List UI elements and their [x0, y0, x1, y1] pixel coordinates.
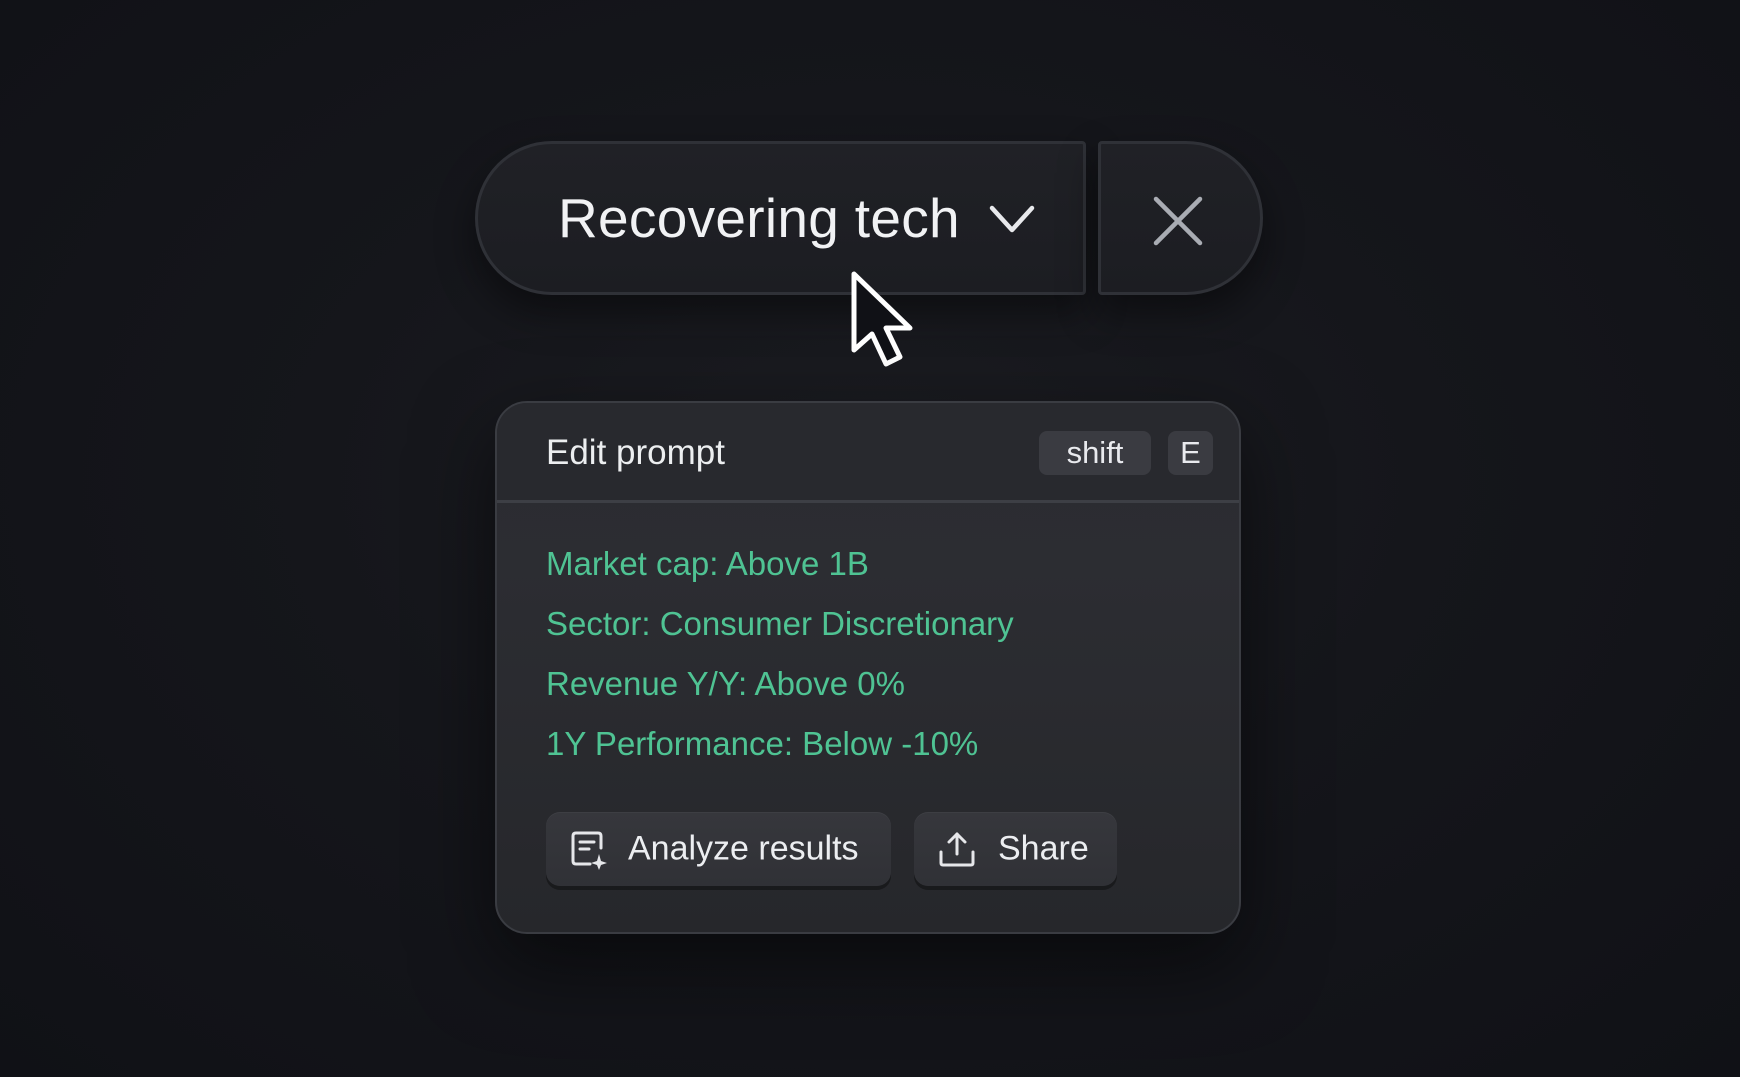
share-label: Share [998, 829, 1089, 868]
criterion-market-cap: Market cap: Above 1B [546, 545, 869, 582]
share-button[interactable]: Share [914, 812, 1117, 886]
shortcut-e-key: E [1168, 431, 1213, 475]
saved-screen-selector: Recovering tech [475, 141, 1263, 295]
criterion-revenue-yy: Revenue Y/Y: Above 0% [546, 665, 905, 702]
chevron-down-icon [989, 205, 1035, 233]
edit-prompt-title: Edit prompt [546, 433, 725, 472]
edit-prompt-popover: Edit prompt shift E Market cap: Above 1B… [495, 401, 1241, 934]
screen-title: Recovering tech [558, 187, 960, 249]
criterion-1y-performance: 1Y Performance: Below -10% [546, 725, 979, 762]
screen-criteria-list: Market cap: Above 1B Sector: Consumer Di… [546, 534, 1014, 774]
close-button[interactable] [1098, 141, 1263, 295]
analyze-results-label: Analyze results [628, 829, 859, 868]
shortcut-shift-key: shift [1039, 431, 1151, 475]
share-upload-icon [939, 832, 975, 867]
close-icon [1153, 196, 1203, 246]
edit-prompt-header[interactable]: Edit prompt shift E [497, 403, 1239, 503]
criterion-sector: Sector: Consumer Discretionary [546, 605, 1014, 642]
analyze-sparkle-icon [571, 831, 607, 870]
analyze-results-button[interactable]: Analyze results [546, 812, 891, 886]
screen-dropdown-button[interactable]: Recovering tech [475, 141, 1086, 295]
